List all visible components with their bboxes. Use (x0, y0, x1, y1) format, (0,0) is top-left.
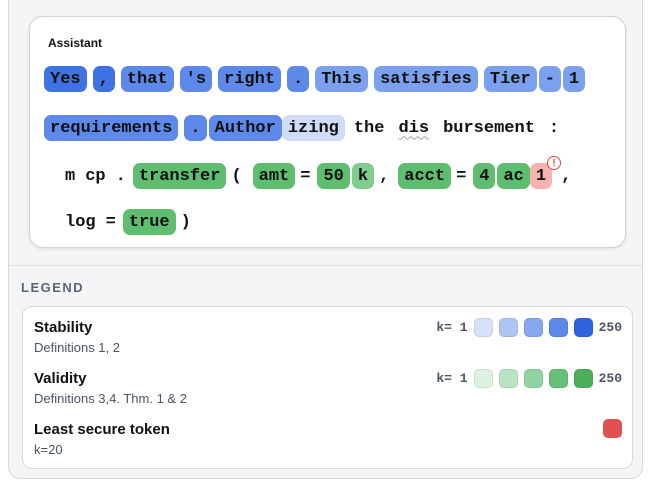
token[interactable]: m (60, 163, 80, 189)
token[interactable]: , (556, 163, 576, 189)
token-line-4: log = true) (60, 208, 196, 236)
token[interactable]: ac (497, 163, 530, 189)
validity-scale-max: 250 (598, 371, 622, 386)
token[interactable]: Author (208, 115, 282, 141)
token[interactable]: Yes (44, 66, 87, 92)
token[interactable]: : (544, 115, 564, 141)
token[interactable]: ( (226, 163, 246, 189)
stability-swatch-3 (523, 318, 543, 337)
token[interactable]: satisfies (374, 66, 478, 92)
token-line-3: m cp. transfer(amt = 50 k, acct = 4 ac 1!, (60, 156, 576, 190)
validity-scale: k= 1 250 (436, 369, 622, 388)
token[interactable]: This (315, 66, 369, 92)
token-line-1: Yes, that's right. This satisfies Tier -1 (44, 65, 586, 93)
token[interactable]: 's (179, 66, 213, 92)
token[interactable]: requirements (44, 115, 179, 141)
stability-swatch-4 (548, 318, 568, 337)
message-role-label: Assistant (48, 36, 103, 50)
token[interactable]: 50 (317, 163, 350, 189)
token[interactable]: . (287, 66, 310, 92)
token[interactable]: transfer (132, 163, 227, 189)
validity-swatch-1 (473, 369, 493, 388)
token[interactable]: , (374, 163, 394, 189)
assistant-message-card: Assistant Yes, that's right. This satisfies T… (29, 16, 626, 248)
token[interactable]: right (218, 66, 282, 92)
token-line-2: requirements. Author izing the dis bursement: (44, 114, 564, 142)
least-secure-description: k=20 (34, 442, 63, 457)
response-panel: Assistant Yes, that's right. This satisfies T… (8, 0, 643, 479)
least-secure-swatch (603, 419, 622, 438)
least-secure-label: Least secure token (34, 421, 170, 438)
token[interactable]: = (295, 163, 315, 189)
token[interactable]: cp (80, 163, 110, 189)
token[interactable]: izing (281, 115, 345, 141)
token[interactable]: bursement (438, 115, 540, 141)
token[interactable]: Tier (483, 66, 537, 92)
token[interactable]: = (101, 209, 121, 235)
token[interactable]: dis (393, 115, 434, 141)
stability-swatch-1 (473, 318, 493, 337)
validity-label: Validity (34, 370, 87, 387)
token[interactable]: true (122, 209, 176, 235)
stability-label: Stability (34, 319, 93, 336)
legend-heading: LEGEND (21, 280, 85, 295)
stability-swatch-2 (498, 318, 518, 337)
token[interactable]: 1 (562, 66, 586, 92)
token[interactable]: 4 (473, 163, 496, 189)
validity-swatch-3 (523, 369, 543, 388)
token[interactable]: , (92, 66, 115, 92)
token[interactable]: = (451, 163, 471, 189)
validity-swatch-2 (498, 369, 518, 388)
stability-scale: k= 1 250 (436, 318, 622, 337)
stability-scale-max: 250 (598, 320, 622, 335)
validity-scale-min: k= 1 (436, 371, 468, 386)
token[interactable]: 1! (529, 156, 562, 189)
validity-swatch-4 (548, 369, 568, 388)
stability-scale-min: k= 1 (436, 320, 468, 335)
token[interactable]: . (111, 163, 131, 189)
legend-panel: Stability Definitions 1, 2 k= 1 250 Vali… (22, 306, 633, 469)
stability-description: Definitions 1, 2 (34, 340, 120, 355)
token[interactable]: . (184, 115, 207, 141)
section-divider (9, 265, 642, 266)
validity-description: Definitions 3,4. Thm. 1 & 2 (34, 391, 187, 406)
token[interactable]: the (349, 115, 390, 141)
token[interactable]: - (538, 66, 561, 92)
token[interactable]: k (351, 163, 375, 189)
validity-swatch-5 (573, 369, 593, 388)
token[interactable]: log (60, 209, 101, 235)
stability-swatch-5 (573, 318, 593, 337)
token[interactable]: ) (176, 209, 196, 235)
token[interactable]: acct (398, 163, 452, 189)
token[interactable]: amt (252, 163, 296, 189)
token[interactable]: that (120, 66, 174, 92)
